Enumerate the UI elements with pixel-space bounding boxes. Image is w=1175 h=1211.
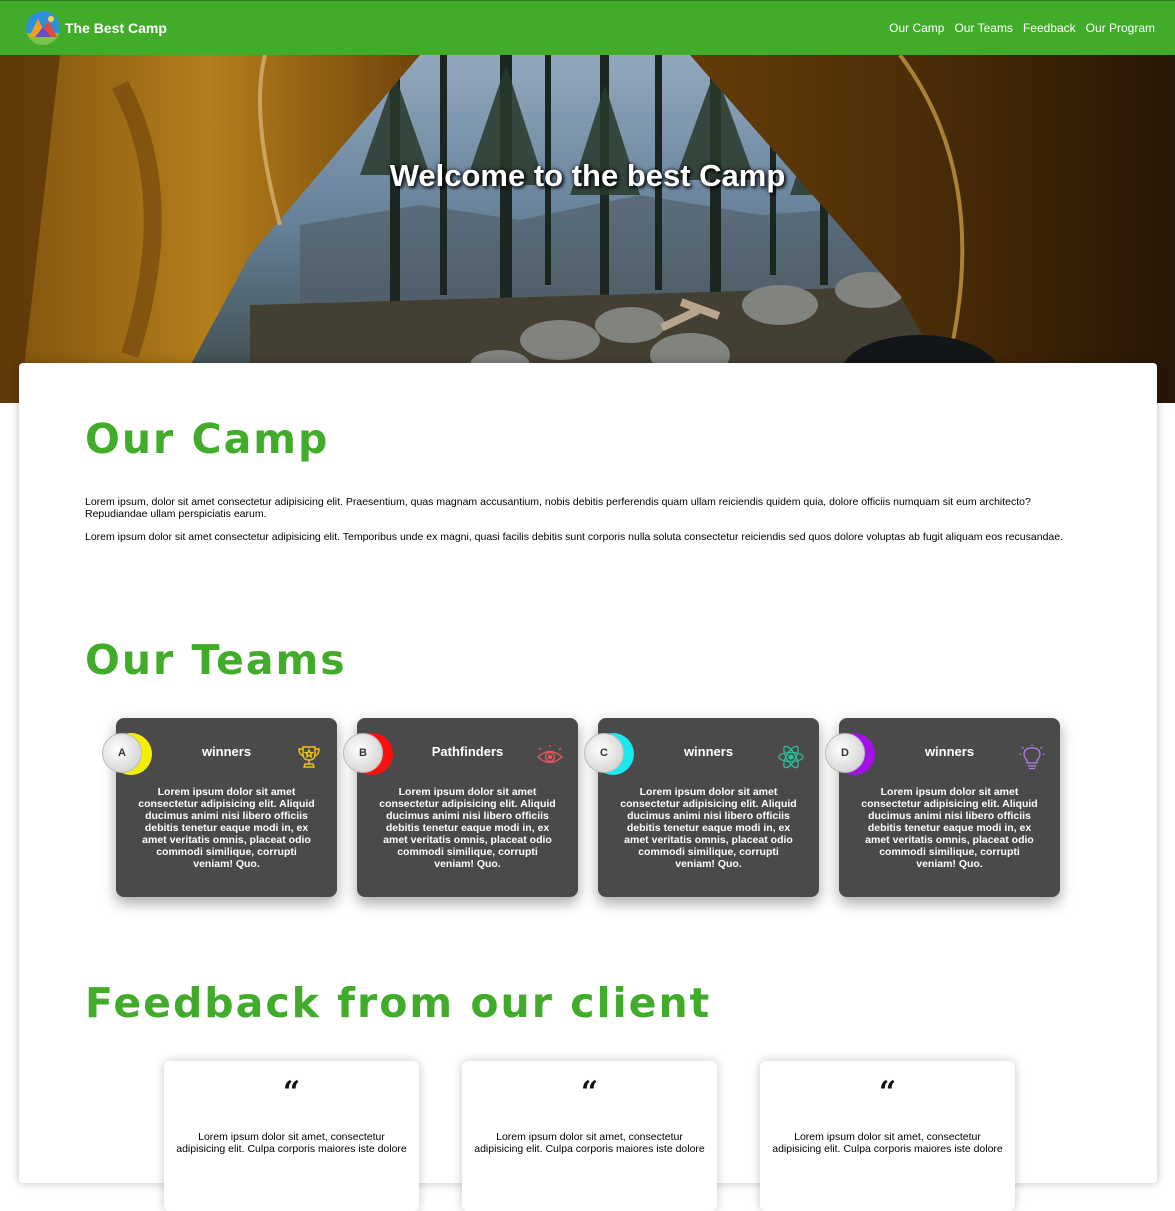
nav-links: Our Camp Our Teams Feedback Our Program <box>889 21 1155 35</box>
feedback-text: Lorem ipsum dolor sit amet, consectetur … <box>474 1131 705 1155</box>
camp-paragraph-2: Lorem ipsum dolor sit amet consectetur a… <box>85 531 1064 543</box>
trophy-icon <box>298 746 320 768</box>
quote-icon: “ <box>282 1075 301 1110</box>
feedback-text: Lorem ipsum dolor sit amet, consectetur … <box>176 1131 407 1155</box>
brand[interactable]: The Best Camp <box>26 11 167 45</box>
our-camp-title: Our Camp <box>85 415 330 463</box>
brand-name[interactable]: The Best Camp <box>65 20 167 36</box>
camp-logo-icon[interactable] <box>26 11 60 45</box>
feedback-card-3: “ Lorem ipsum dolor sit amet, consectetu… <box>760 1061 1015 1211</box>
hero-title: Welcome to the best Camp <box>389 158 786 193</box>
team-description: Lorem ipsum dolor sit amet consectetur a… <box>861 786 1038 870</box>
nav-link-our-camp[interactable]: Our Camp <box>889 21 944 35</box>
feedback-card-2: “ Lorem ipsum dolor sit amet, consectetu… <box>462 1061 717 1211</box>
feedback-text: Lorem ipsum dolor sit amet, consectetur … <box>772 1131 1003 1155</box>
nav-link-our-teams[interactable]: Our Teams <box>954 21 1012 35</box>
nav-link-our-program[interactable]: Our Program <box>1086 21 1155 35</box>
navbar: The Best Camp Our Camp Our Teams Feedbac… <box>0 0 1175 55</box>
team-card-a[interactable]: A winners Lorem ipsum dolor sit amet con… <box>102 718 337 897</box>
team-card-d[interactable]: D winners Lorem ipsum dolor sit amet con… <box>825 718 1060 897</box>
quote-icon: “ <box>580 1075 599 1110</box>
quote-icon: “ <box>878 1075 897 1110</box>
eye-icon <box>536 745 564 764</box>
team-description: Lorem ipsum dolor sit amet consectetur a… <box>379 786 556 870</box>
hero-banner: Welcome to the best Camp <box>0 55 1175 403</box>
feedback-title: Feedback from our client <box>85 979 712 1027</box>
atom-icon <box>778 745 804 769</box>
team-description: Lorem ipsum dolor sit amet consectetur a… <box>138 786 315 870</box>
team-card-c[interactable]: C winners Lorem ipsum dolor sit amet con… <box>584 718 819 897</box>
team-card-b[interactable]: B Pathfinders Lorem ipsum dolor sit amet… <box>343 718 578 897</box>
hero-tent-image <box>0 55 1175 403</box>
lightbulb-icon <box>1019 744 1045 770</box>
main-content-card: Our Camp Lorem ipsum, dolor sit amet con… <box>19 363 1157 1211</box>
team-description: Lorem ipsum dolor sit amet consectetur a… <box>620 786 797 870</box>
nav-link-feedback[interactable]: Feedback <box>1023 21 1076 35</box>
feedback-card-1: “ Lorem ipsum dolor sit amet, consectetu… <box>164 1061 419 1211</box>
our-teams-title: Our Teams <box>85 636 347 684</box>
camp-paragraph-1: Lorem ipsum, dolor sit amet consectetur … <box>85 496 1031 520</box>
